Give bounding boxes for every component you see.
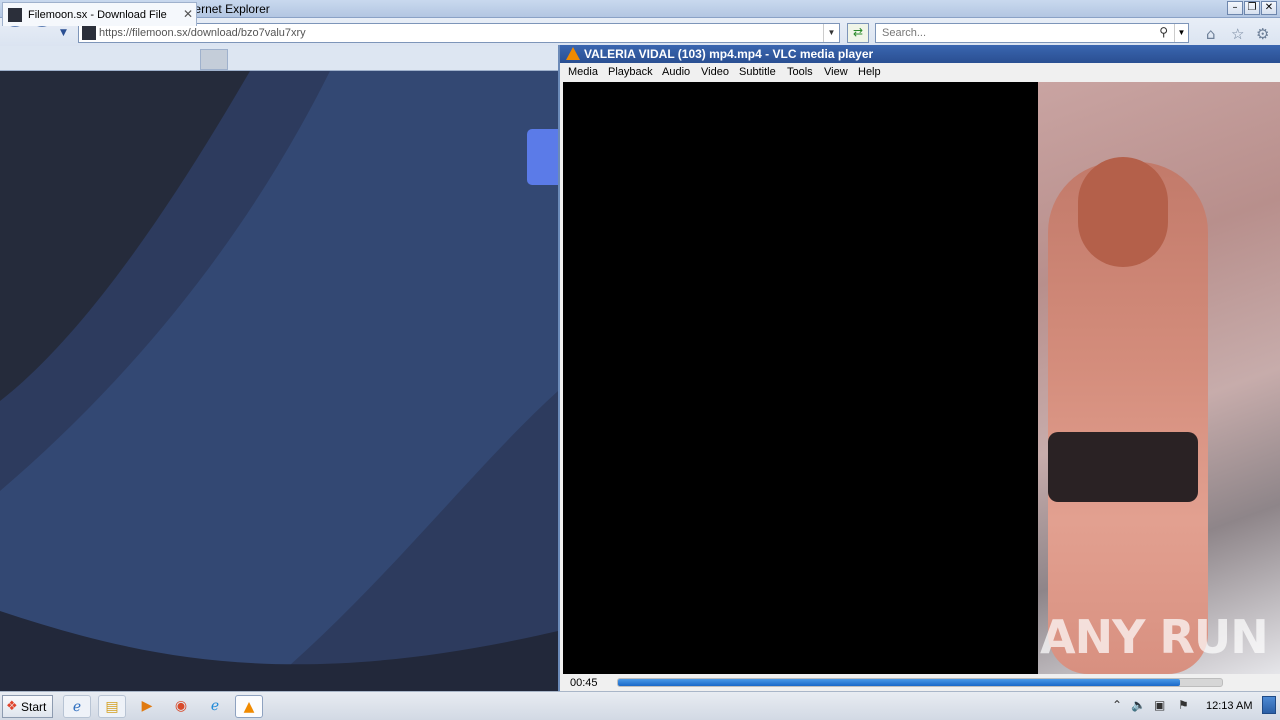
show-desktop-button[interactable] <box>1262 696 1276 714</box>
address-bar[interactable]: https://filemoon.sx/download/bzo7valu7xr… <box>78 23 840 43</box>
minimize-button[interactable]: – <box>1227 1 1243 15</box>
vlc-window-title: VALERIA VIDAL (103) mp4.mp4 - VLC media … <box>584 47 874 61</box>
speaker-icon[interactable]: 🔈 <box>1131 698 1146 712</box>
media-player-icon[interactable]: ▶ <box>133 695 161 718</box>
taskbar-ie-icon[interactable]: ℯ <box>63 695 91 718</box>
edge-icon[interactable]: ℯ <box>201 695 229 718</box>
tray-clock[interactable]: 12:13 AM <box>1206 700 1252 712</box>
seek-bar-fill <box>618 679 1180 686</box>
search-box[interactable]: Search... ⚲ ▼ <box>875 23 1189 43</box>
flag-icon[interactable]: ⚑ <box>1178 698 1189 712</box>
vlc-title-bar: VALERIA VIDAL (103) mp4.mp4 - VLC media … <box>560 45 1280 63</box>
menu-subtitle[interactable]: Subtitle <box>739 66 776 78</box>
vlc-window: VALERIA VIDAL (103) mp4.mp4 - VLC media … <box>558 45 1280 691</box>
refresh-icon: ⇄ <box>852 25 864 39</box>
video-figure-garment <box>1048 432 1198 502</box>
seek-bar[interactable] <box>617 678 1223 687</box>
page-download-button[interactable] <box>527 129 558 185</box>
explorer-folder-icon[interactable]: ▤ <box>98 695 126 718</box>
close-button[interactable]: ✕ <box>1261 1 1277 15</box>
tab-label: Filemoon.sx - Download File <box>28 9 167 21</box>
settings-gear-icon[interactable]: ⚙ <box>1256 25 1269 43</box>
menu-playback[interactable]: Playback <box>608 66 653 78</box>
start-label: Start <box>21 700 47 714</box>
start-button[interactable]: ❖ Start <box>2 695 53 718</box>
address-url[interactable]: https://filemoon.sx/download/bzo7valu7xr… <box>99 27 306 39</box>
video-frame <box>1038 82 1280 674</box>
search-placeholder[interactable]: Search... <box>882 27 926 39</box>
windows-logo-icon: ❖ <box>6 699 18 714</box>
video-area[interactable]: ANY RUN <box>563 82 1280 674</box>
tab-close-icon[interactable]: ✕ <box>183 7 193 21</box>
home-icon[interactable]: ⌂ <box>1206 25 1216 43</box>
restore-button[interactable]: ❐ <box>1244 1 1260 15</box>
menu-audio[interactable]: Audio <box>662 66 690 78</box>
tab-favicon <box>8 8 22 22</box>
menu-help[interactable]: Help <box>858 66 881 78</box>
anyrun-watermark: ANY RUN <box>1040 610 1269 664</box>
taskbar-vlc-icon[interactable]: ▲ <box>235 695 263 718</box>
page-background-waves <box>0 71 558 691</box>
history-dropdown-icon[interactable]: ▼ <box>60 28 67 38</box>
video-figure-head <box>1078 157 1168 267</box>
ie-tab-row <box>0 46 560 71</box>
refresh-button[interactable]: ⇄ <box>847 23 869 43</box>
menu-tools[interactable]: Tools <box>787 66 813 78</box>
tab-filemoon[interactable]: Filemoon.sx - Download File ✕ <box>2 2 197 26</box>
tray-expand-icon[interactable]: ⌃ <box>1112 698 1122 712</box>
vlc-cone-icon <box>566 47 580 60</box>
new-tab-button[interactable] <box>200 49 228 70</box>
taskbar: ❖ Start ℯ ▤ ▶ ◉ ℯ ▲ ⌃ 🔈 ▣ ⚑ 12:13 AM <box>0 691 1280 720</box>
vlc-menu-bar: Media Playback Audio Video Subtitle Tool… <box>560 64 1280 82</box>
menu-view[interactable]: View <box>824 66 848 78</box>
menu-media[interactable]: Media <box>568 66 598 78</box>
elapsed-time: 00:45 <box>570 677 598 689</box>
web-page <box>0 71 558 691</box>
vlc-controls: 00:45 <box>560 674 1280 691</box>
chrome-icon[interactable]: ◉ <box>167 695 195 718</box>
search-dropdown-icon[interactable]: ▼ <box>1174 24 1188 42</box>
favorites-star-icon[interactable]: ☆ <box>1231 25 1244 43</box>
network-icon[interactable]: ▣ <box>1154 698 1165 712</box>
search-icon[interactable]: ⚲ <box>1159 25 1168 39</box>
address-dropdown-icon[interactable]: ▼ <box>823 24 839 42</box>
site-favicon <box>82 26 96 40</box>
menu-video[interactable]: Video <box>701 66 729 78</box>
